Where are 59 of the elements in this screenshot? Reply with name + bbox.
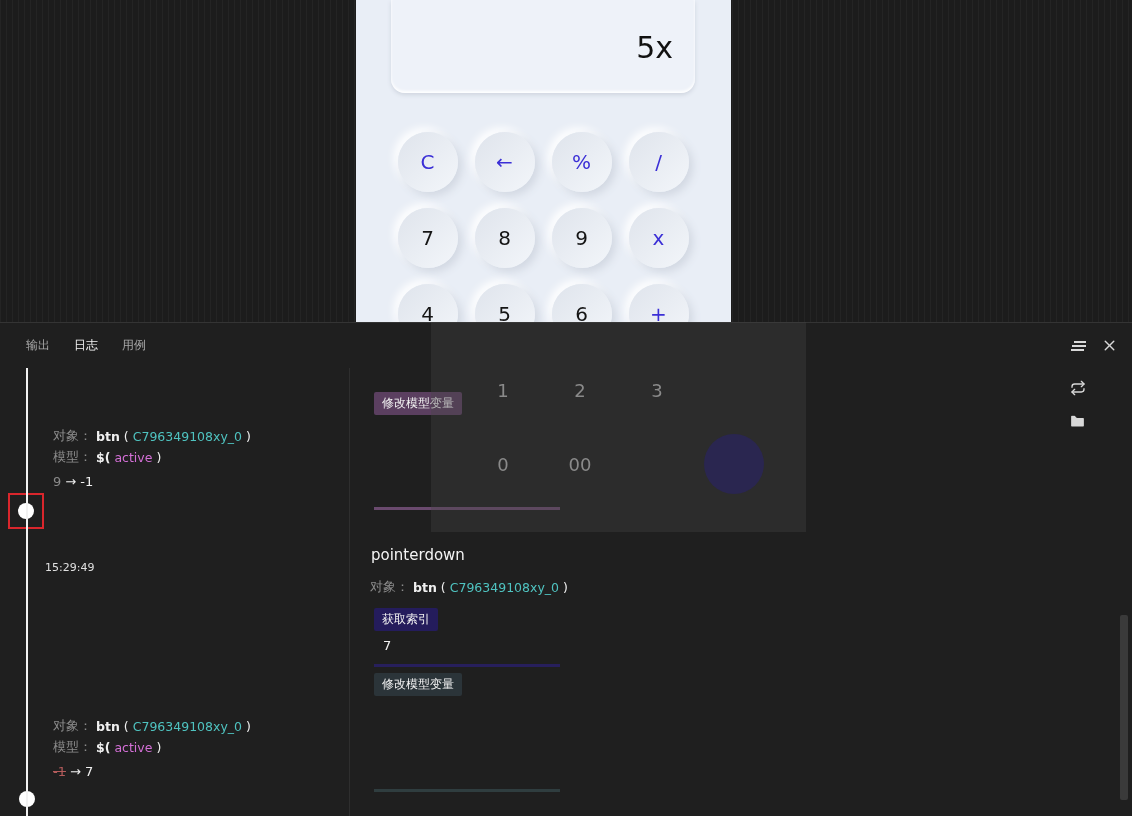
calculator-key[interactable]: 9	[551, 208, 612, 268]
old-value: 9	[53, 474, 62, 489]
old-value: -1	[53, 764, 66, 779]
scrollbar[interactable]	[1120, 615, 1128, 800]
calculator-key[interactable]: 8	[474, 208, 535, 268]
event-title: pointerdown	[371, 546, 466, 566]
model-name: active	[114, 450, 153, 465]
panel-tab[interactable]: 日志	[74, 337, 98, 354]
list-icon[interactable]	[1071, 339, 1087, 352]
calculator-key[interactable]: 5	[474, 284, 535, 322]
calculator-key[interactable]: C	[397, 132, 458, 192]
model-name: active	[114, 740, 153, 755]
model-prefix: $(	[96, 450, 111, 465]
faded-key: 2	[550, 360, 610, 420]
new-value: 7	[84, 764, 94, 779]
calculator-key[interactable]: 7	[397, 208, 458, 268]
action-tag: 修改模型变量	[374, 392, 462, 415]
calculator-key[interactable]: 4	[397, 284, 458, 322]
panel-tab[interactable]: 用例	[122, 337, 146, 354]
object-id: C796349108xy_0	[132, 719, 243, 734]
paren: )	[156, 740, 162, 755]
paren: )	[246, 719, 251, 734]
paren: )	[156, 450, 162, 465]
field-label: 对象：	[53, 428, 93, 445]
object-id: C796349108xy_0	[449, 580, 560, 595]
action-tag: 获取索引	[374, 608, 438, 631]
object-name: btn	[96, 429, 120, 444]
new-value: -1	[80, 474, 94, 489]
object-name: btn	[96, 719, 120, 734]
field-label: 对象：	[53, 718, 93, 735]
result-value: 7	[383, 638, 393, 655]
paren: (	[123, 429, 129, 444]
faded-key: 0	[473, 434, 533, 494]
calculator-key[interactable]: 6	[551, 284, 612, 322]
field-label: 模型：	[53, 449, 93, 466]
repeat-icon[interactable]	[1069, 380, 1086, 396]
panel-tab[interactable]: 输出	[26, 337, 50, 354]
calculator-key[interactable]: +	[628, 284, 689, 322]
paren: )	[246, 429, 251, 444]
calculator-key[interactable]: /	[628, 132, 689, 192]
faded-key: 1	[473, 360, 533, 420]
faded-key: 00	[550, 434, 610, 494]
calculator-key[interactable]: x	[628, 208, 689, 268]
arrow-icon: →	[65, 474, 77, 489]
calculator-display: 5x	[391, 0, 695, 93]
field-label: 模型：	[53, 739, 93, 756]
calculator-key[interactable]: %	[551, 132, 612, 192]
model-prefix: $(	[96, 740, 111, 755]
paren: (	[440, 580, 446, 595]
paren: )	[563, 580, 568, 595]
calculator-key[interactable]: ←	[474, 132, 535, 192]
field-label: 对象：	[370, 579, 410, 596]
timestamp: 15:29:49	[45, 561, 96, 574]
action-tag: 修改模型变量	[374, 673, 462, 696]
paren: (	[123, 719, 129, 734]
object-id: C796349108xy_0	[132, 429, 243, 444]
faded-key: 3	[627, 360, 687, 420]
object-name: btn	[413, 580, 437, 595]
arrow-icon: →	[69, 764, 81, 779]
